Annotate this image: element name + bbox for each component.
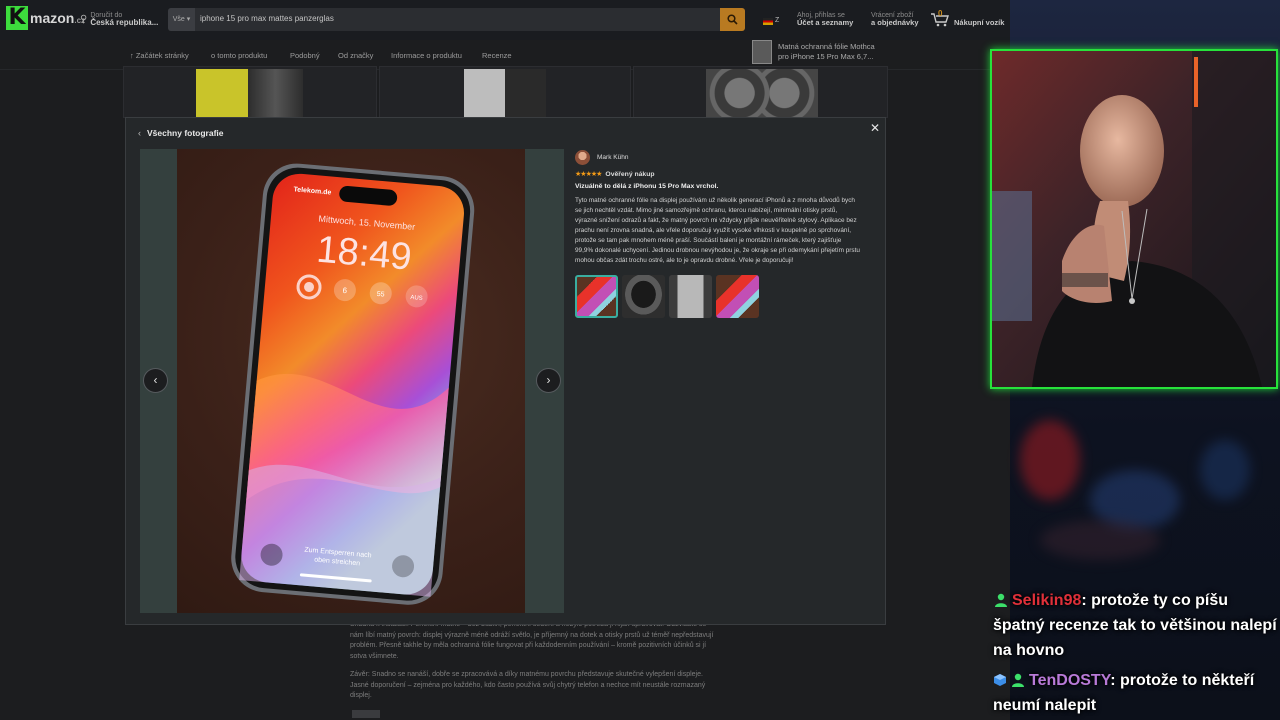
- photo-viewer-modal: ‹ Všechny fotografie ✕ Telekom.de Mittwo…: [125, 117, 886, 625]
- related-product-card[interactable]: [633, 66, 888, 118]
- review-panel: Mark Kühn ★ ★ ★ ★ ★ Ověřený nákup Vizuálně t…: [575, 150, 865, 319]
- subnav-brand[interactable]: Od značky: [338, 51, 373, 60]
- amazon-logo[interactable]: K mazon.cz: [6, 6, 85, 30]
- previous-photo-button[interactable]: ‹: [143, 368, 168, 393]
- stream-chat: Selikin98: protože ty co píšu špatný rec…: [993, 588, 1278, 720]
- phone-photo-illustration: Telekom.de Mittwoch, 15. November 18:49 …: [231, 163, 475, 605]
- review-text-background: Snadná k instalaci. Perfektní matné – be…: [350, 620, 720, 718]
- amazon-header: K mazon.cz ⚲ Doručit do Česká republika.…: [0, 0, 1010, 40]
- cart-button[interactable]: 0 Nákupní vozík: [930, 9, 1005, 27]
- subnav-top[interactable]: ↑ Začátek stránky: [130, 51, 189, 60]
- deliver-country: Česká republika...: [90, 18, 159, 28]
- streamer-webcam-illustration: [992, 51, 1276, 387]
- photo-viewer: Telekom.de Mittwoch, 15. November 18:49 …: [140, 149, 564, 613]
- photo-thumbnail-4[interactable]: [716, 275, 759, 319]
- k-logo-icon: K: [6, 6, 28, 30]
- sticky-product-title[interactable]: Matná ochranná fólie Mothca pro iPhone 1…: [778, 42, 875, 62]
- moderator-badge-icon: [1012, 673, 1024, 687]
- search-input[interactable]: iphone 15 pro max mattes panzerglas: [200, 14, 334, 23]
- chat-username[interactable]: Selikin98: [1012, 592, 1081, 609]
- account-menu[interactable]: Ahoj, přihlas se Účet a seznamy: [797, 12, 853, 27]
- photo-thumbnail-1[interactable]: [575, 275, 618, 319]
- review-photo: Telekom.de Mittwoch, 15. November 18:49 …: [177, 149, 525, 613]
- language-flag-icon[interactable]: [763, 18, 773, 25]
- chevron-right-icon: ›: [546, 373, 551, 387]
- search-bar: Vše ▾ iphone 15 pro max mattes panzergla…: [168, 8, 745, 31]
- helpful-button[interactable]: [352, 709, 380, 718]
- chevron-left-icon: ‹: [153, 373, 158, 387]
- phone-widget-3: AUS: [410, 295, 423, 302]
- chevron-left-icon: ‹: [138, 128, 141, 138]
- reviewer[interactable]: Mark Kühn: [575, 150, 865, 165]
- all-photos-link[interactable]: ‹ Všechny fotografie: [138, 128, 224, 138]
- returns-orders[interactable]: Vrácení zboží a objednávky: [871, 12, 919, 27]
- deliver-to[interactable]: ⚲ Doručit do Česká republika...: [80, 12, 158, 28]
- photo-thumbnails: [575, 275, 865, 319]
- screen: K mazon.cz ⚲ Doručit do Česká republika.…: [0, 0, 1280, 720]
- webcam-overlay: [990, 49, 1278, 389]
- subnav-about[interactable]: o tomto produktu: [211, 51, 267, 60]
- star-rating-icon: ★ ★ ★ ★ ★: [575, 171, 602, 178]
- prime-badge-icon: [994, 674, 1006, 686]
- chat-username[interactable]: TenDOSTY: [1029, 672, 1110, 689]
- chat-message: TenDOSTY: protože to někteří neumí nalep…: [993, 668, 1278, 718]
- language-label[interactable]: Z: [775, 17, 779, 24]
- logo-text: mazon: [30, 10, 75, 26]
- close-icon[interactable]: ✕: [870, 122, 880, 134]
- moderator-badge-icon: [995, 593, 1007, 607]
- photo-thumbnail-2[interactable]: [622, 275, 665, 319]
- verified-purchase-badge: Ověřený nákup: [605, 170, 655, 178]
- related-product-card[interactable]: [379, 66, 631, 118]
- review-rating: ★ ★ ★ ★ ★ Ověřený nákup: [575, 170, 865, 179]
- search-icon: [727, 14, 738, 25]
- cart-label: Nákupní vozík: [954, 18, 1005, 27]
- phone-widget-2: 55: [376, 291, 384, 299]
- reviewer-name: Mark Kühn: [597, 154, 629, 161]
- photo-thumbnail-3[interactable]: [669, 275, 712, 319]
- subnav-reviews[interactable]: Recenze: [482, 51, 512, 60]
- location-pin-icon: ⚲: [80, 14, 88, 26]
- subnav-product-info[interactable]: Informace o produktu: [391, 51, 462, 60]
- sticky-product-thumbnail[interactable]: [752, 40, 772, 64]
- chat-message: Selikin98: protože ty co píšu špatný rec…: [993, 588, 1278, 663]
- phone-time: 18:49: [315, 229, 413, 279]
- cart-count: 0: [938, 9, 943, 18]
- avatar: [575, 150, 590, 165]
- review-body: Tyto matné ochranné fólie na displej pou…: [575, 197, 860, 265]
- search-button[interactable]: [720, 8, 745, 31]
- review-title: Vizuálně to dělá z iPhonu 15 Pro Max vrc…: [575, 183, 719, 190]
- next-photo-button[interactable]: ›: [536, 368, 561, 393]
- search-category-select[interactable]: Vše ▾: [168, 8, 195, 31]
- subnav-similar[interactable]: Podobný: [290, 51, 320, 60]
- related-product-card[interactable]: [123, 66, 377, 118]
